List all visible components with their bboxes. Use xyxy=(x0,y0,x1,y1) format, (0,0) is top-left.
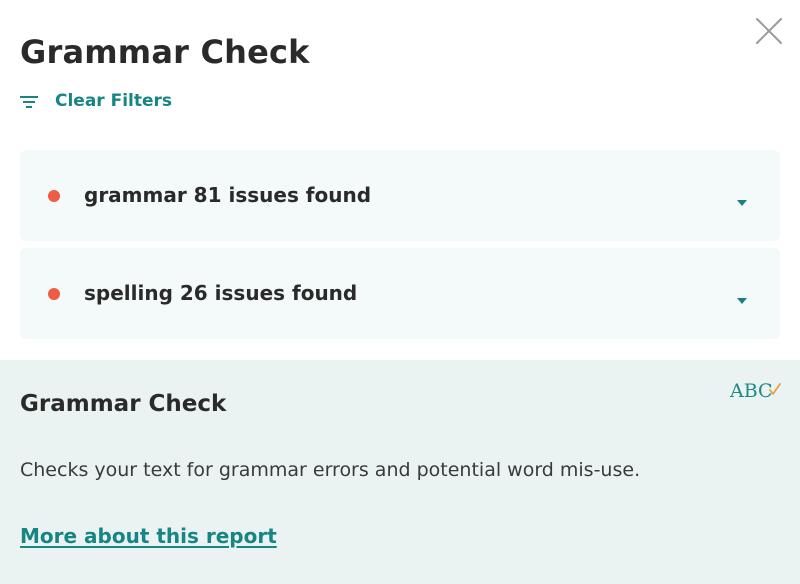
grammar-check-panel: Grammar Check Clear Filters grammar 81 i… xyxy=(0,0,800,584)
report-description: Checks your text for grammar errors and … xyxy=(20,459,641,481)
chevron-down-icon[interactable] xyxy=(736,199,748,207)
issue-group-spelling[interactable]: spelling 26 issues found xyxy=(20,248,780,339)
issue-group-summary: spelling 26 issues found xyxy=(84,281,358,305)
close-button[interactable] xyxy=(752,14,786,48)
svg-text:ABC: ABC xyxy=(730,380,773,402)
page-title: Grammar Check xyxy=(20,33,310,71)
filter-icon xyxy=(20,94,38,108)
close-icon xyxy=(756,18,782,44)
status-dot xyxy=(48,288,60,300)
chevron-down-icon[interactable] xyxy=(736,297,748,305)
issue-group-grammar[interactable]: grammar 81 issues found xyxy=(20,150,780,241)
issue-group-summary: grammar 81 issues found xyxy=(84,183,372,207)
clear-filters-label: Clear Filters xyxy=(55,91,173,111)
report-info-section: ABC Grammar Check Checks your text for g… xyxy=(0,360,800,584)
clear-filters-button[interactable]: Clear Filters xyxy=(20,88,172,114)
status-dot xyxy=(48,190,60,202)
more-about-report-link[interactable]: More about this report xyxy=(20,523,277,549)
abc-check-icon: ABC xyxy=(730,380,781,402)
report-title: Grammar Check xyxy=(20,391,227,417)
